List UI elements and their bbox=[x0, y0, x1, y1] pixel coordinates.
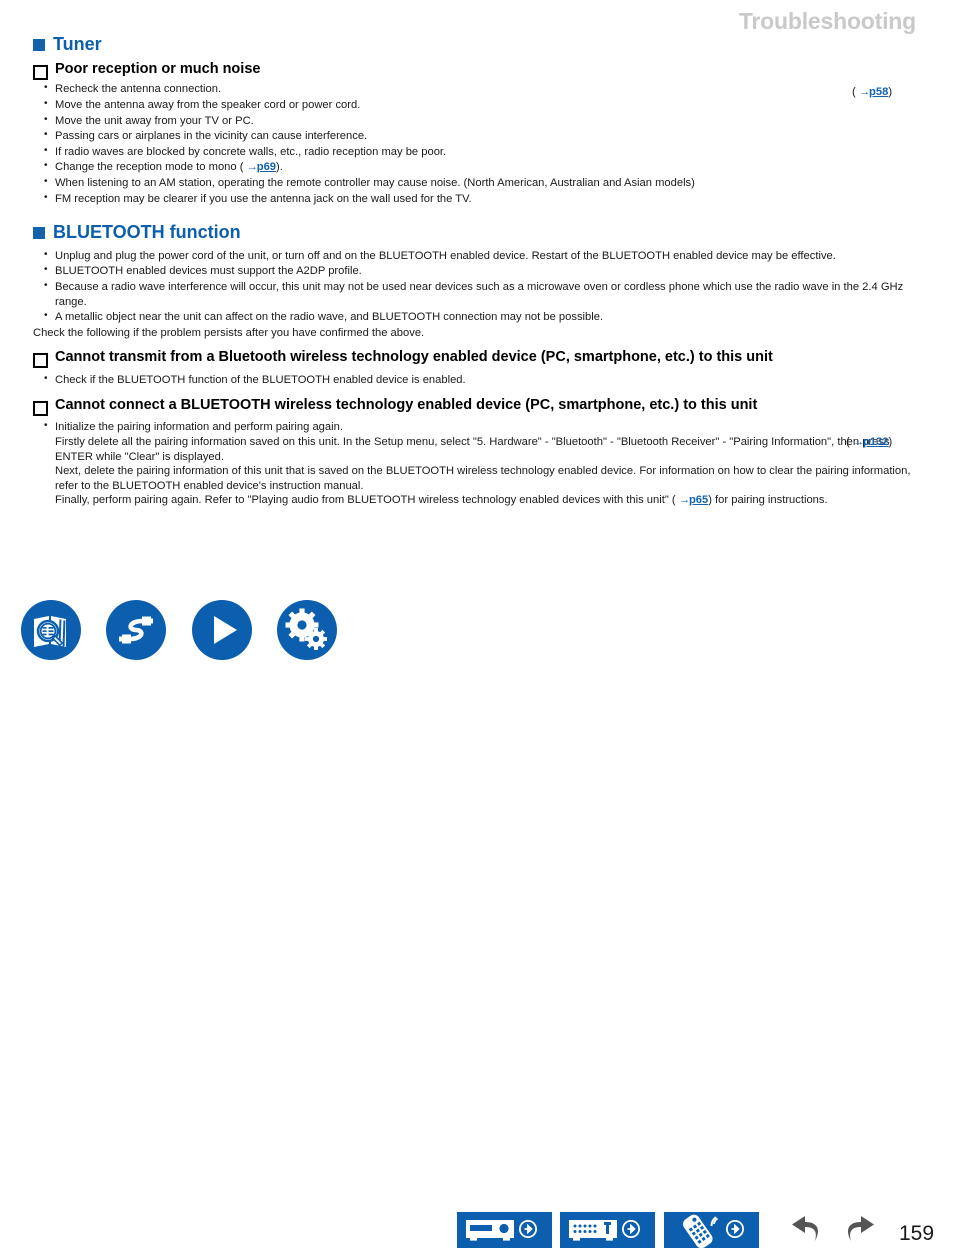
subheading-cannot-connect: Cannot connect a BLUETOOTH wireless tech… bbox=[33, 396, 923, 416]
page-link-p69[interactable]: p69 bbox=[257, 161, 276, 173]
paren-close: ) bbox=[888, 86, 893, 98]
page-link-p65[interactable]: p65 bbox=[689, 494, 708, 506]
pairing-bullet-list: Initialize the pairing information and p… bbox=[33, 419, 923, 508]
bullet-text: When listening to an AM station, operati… bbox=[55, 176, 695, 189]
remote-icon bbox=[682, 1214, 744, 1248]
list-item: Unplug and plug the power cord of the un… bbox=[43, 248, 923, 264]
subheading-label: Poor reception or much noise bbox=[55, 60, 261, 77]
pairing-line-4-tail: ) for pairing instructions. bbox=[708, 494, 828, 507]
bullet-text: Recheck the antenna connection. bbox=[55, 83, 222, 96]
page-number: 159 bbox=[899, 1222, 935, 1245]
pairing-line-3: Next, delete the pairing information of … bbox=[55, 465, 911, 492]
page-link-p132[interactable]: p132 bbox=[863, 436, 889, 448]
page-link-p58[interactable]: p58 bbox=[869, 86, 888, 98]
footer-button-connections[interactable] bbox=[106, 600, 166, 660]
subheading-label: Cannot connect a BLUETOOTH wireless tech… bbox=[55, 396, 758, 413]
list-item: Change the reception mode to mono ( →p69… bbox=[43, 159, 923, 175]
pairing-line-2: Firstly delete all the pairing informati… bbox=[55, 435, 890, 463]
section-title: BLUETOOTH function bbox=[53, 222, 241, 243]
open-square-icon bbox=[33, 64, 48, 80]
page-title: Troubleshooting bbox=[738, 8, 916, 34]
back-arrow-icon bbox=[792, 1216, 818, 1241]
bullet-text: BLUETOOTH enabled devices must support t… bbox=[55, 265, 362, 278]
bullet-text: If radio waves are blocked by concrete w… bbox=[55, 145, 447, 158]
footer-button-setup[interactable] bbox=[277, 600, 337, 660]
rear-panel-icon bbox=[569, 1220, 640, 1241]
forward-arrow-icon bbox=[848, 1216, 874, 1241]
pairing-line-4-text: Finally, perform pairing again. Refer to… bbox=[55, 494, 679, 507]
footer-button-front-panel[interactable] bbox=[457, 1212, 552, 1248]
bullet-text: Because a radio wave interference will o… bbox=[55, 281, 904, 308]
open-square-icon bbox=[33, 353, 48, 369]
bullet-text: Change the reception mode to mono ( bbox=[55, 161, 247, 174]
list-item: When listening to an AM station, operati… bbox=[43, 175, 923, 191]
play-icon bbox=[214, 616, 237, 644]
front-panel-icon bbox=[466, 1220, 537, 1241]
mono-bullet: Change the reception mode to mono ( →p69… bbox=[55, 161, 283, 173]
bullet-text: Move the antenna away from the speaker c… bbox=[55, 98, 361, 111]
section-heading-bluetooth: BLUETOOTH function bbox=[33, 222, 923, 243]
pairing-line-4: Finally, perform pairing again. Refer to… bbox=[55, 493, 923, 508]
arrow-icon: → bbox=[246, 161, 258, 174]
bluetooth-note: Check the following if the problem persi… bbox=[33, 326, 425, 339]
footer-button-remote-controller[interactable] bbox=[664, 1212, 759, 1248]
list-item: Move the unit away from your TV or PC. bbox=[43, 113, 923, 129]
list-item: Move the antenna away from the speaker c… bbox=[43, 97, 923, 113]
nav-back-button[interactable] bbox=[789, 1214, 825, 1248]
paren-open: ( bbox=[846, 436, 853, 448]
list-item: BLUETOOTH enabled devices must support t… bbox=[43, 263, 923, 279]
subheading-poor-reception: Poor reception or much noise bbox=[33, 60, 923, 80]
footer-button-rear-panel[interactable] bbox=[560, 1212, 655, 1248]
list-item: Recheck the antenna connection. bbox=[43, 81, 923, 97]
filled-square-icon bbox=[33, 227, 45, 240]
footer-button-contents[interactable] bbox=[21, 600, 81, 660]
bullet-text: A metallic object near the unit can affe… bbox=[55, 311, 604, 324]
nav-forward-button[interactable] bbox=[841, 1214, 877, 1248]
page-ref-p132: ( →p132) bbox=[846, 435, 892, 450]
arrow-icon: → bbox=[678, 494, 690, 507]
list-item: If radio waves are blocked by concrete w… bbox=[43, 144, 923, 160]
book-search-icon bbox=[34, 616, 66, 647]
footer-button-playback[interactable] bbox=[192, 600, 252, 660]
filled-square-icon bbox=[33, 39, 45, 52]
list-item: A metallic object near the unit can affe… bbox=[43, 309, 923, 325]
list-item: FM reception may be clearer if you use t… bbox=[43, 191, 923, 207]
bullet-text: Unplug and plug the power cord of the un… bbox=[55, 249, 836, 262]
tuner-bullet-list: Recheck the antenna connection. Move the… bbox=[33, 81, 923, 207]
bullet-text: Passing cars or airplanes in the vicinit… bbox=[55, 130, 368, 143]
bullet-text: Check if the BLUETOOTH function of the B… bbox=[55, 374, 466, 387]
arrow-icon: → bbox=[852, 436, 864, 448]
open-square-icon bbox=[33, 400, 48, 416]
arrow-icon: → bbox=[858, 86, 870, 98]
page-content: Tuner Poor reception or much noise Reche… bbox=[33, 34, 923, 509]
section-heading-tuner: Tuner bbox=[33, 34, 923, 55]
list-item: Initialize the pairing information and p… bbox=[43, 419, 923, 508]
bullet-text-tail: ). bbox=[276, 161, 283, 174]
subheading-cannot-transmit: Cannot transmit from a Bluetooth wireles… bbox=[33, 349, 923, 369]
list-item: Passing cars or airplanes in the vicinit… bbox=[43, 128, 923, 144]
gears-icon bbox=[285, 608, 327, 650]
footer-toolbar: 159 bbox=[0, 596, 954, 1248]
pairing-line-1: Initialize the pairing information and p… bbox=[55, 421, 343, 434]
list-item: Because a radio wave interference will o… bbox=[43, 279, 923, 309]
bullet-text: FM reception may be clearer if you use t… bbox=[55, 192, 472, 205]
subheading-label: Cannot transmit from a Bluetooth wireles… bbox=[55, 349, 773, 366]
page-ref-p58: ( →p58) bbox=[852, 85, 892, 100]
bullet-text: Move the unit away from your TV or PC. bbox=[55, 114, 254, 127]
cable-icon bbox=[119, 616, 153, 644]
paren-open: ( bbox=[852, 86, 859, 98]
bluetooth-bullet-list: Unplug and plug the power cord of the un… bbox=[33, 248, 923, 325]
list-item: Check if the BLUETOOTH function of the B… bbox=[43, 372, 923, 388]
cannot-transmit-bullet-list: Check if the BLUETOOTH function of the B… bbox=[33, 372, 923, 388]
section-title: Tuner bbox=[53, 34, 102, 54]
paren-close: ) bbox=[888, 436, 893, 448]
